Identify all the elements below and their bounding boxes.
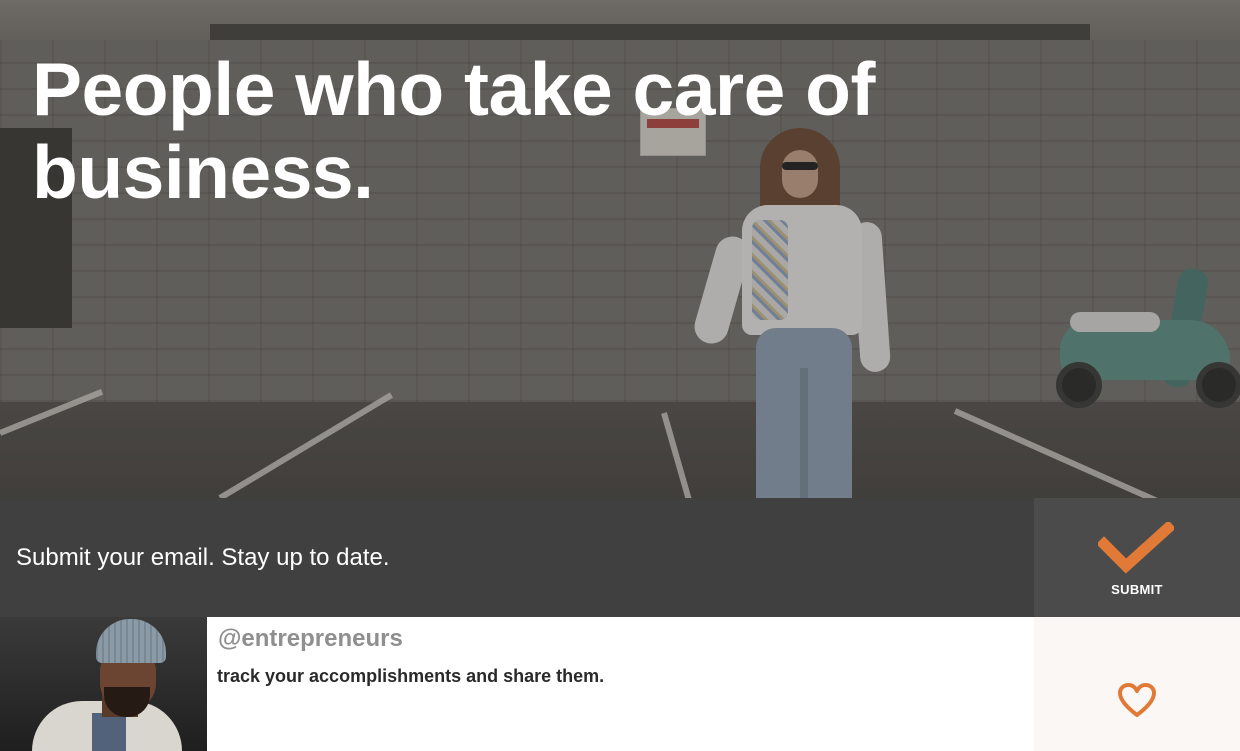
heart-icon — [1118, 683, 1156, 717]
post-text: track your accomplishments and share the… — [217, 666, 605, 686]
like-button[interactable] — [1116, 681, 1158, 719]
avatar-shirt — [92, 713, 126, 751]
post-handle[interactable]: @entrepreneurs — [218, 625, 403, 653]
avatar[interactable] — [0, 617, 207, 751]
checkmark-icon — [1098, 522, 1174, 574]
hero-title: People who take care of business. — [32, 47, 875, 214]
email-signup-bar: SUBMIT — [0, 498, 1240, 617]
post-card: @entrepreneurs track your accomplishment… — [0, 617, 1240, 751]
submit-label: SUBMIT — [1111, 582, 1163, 597]
submit-button[interactable]: SUBMIT — [1034, 498, 1240, 617]
like-panel — [1034, 617, 1240, 751]
email-input[interactable] — [0, 498, 1034, 617]
hero-section: People who take care of business. — [0, 0, 1240, 498]
